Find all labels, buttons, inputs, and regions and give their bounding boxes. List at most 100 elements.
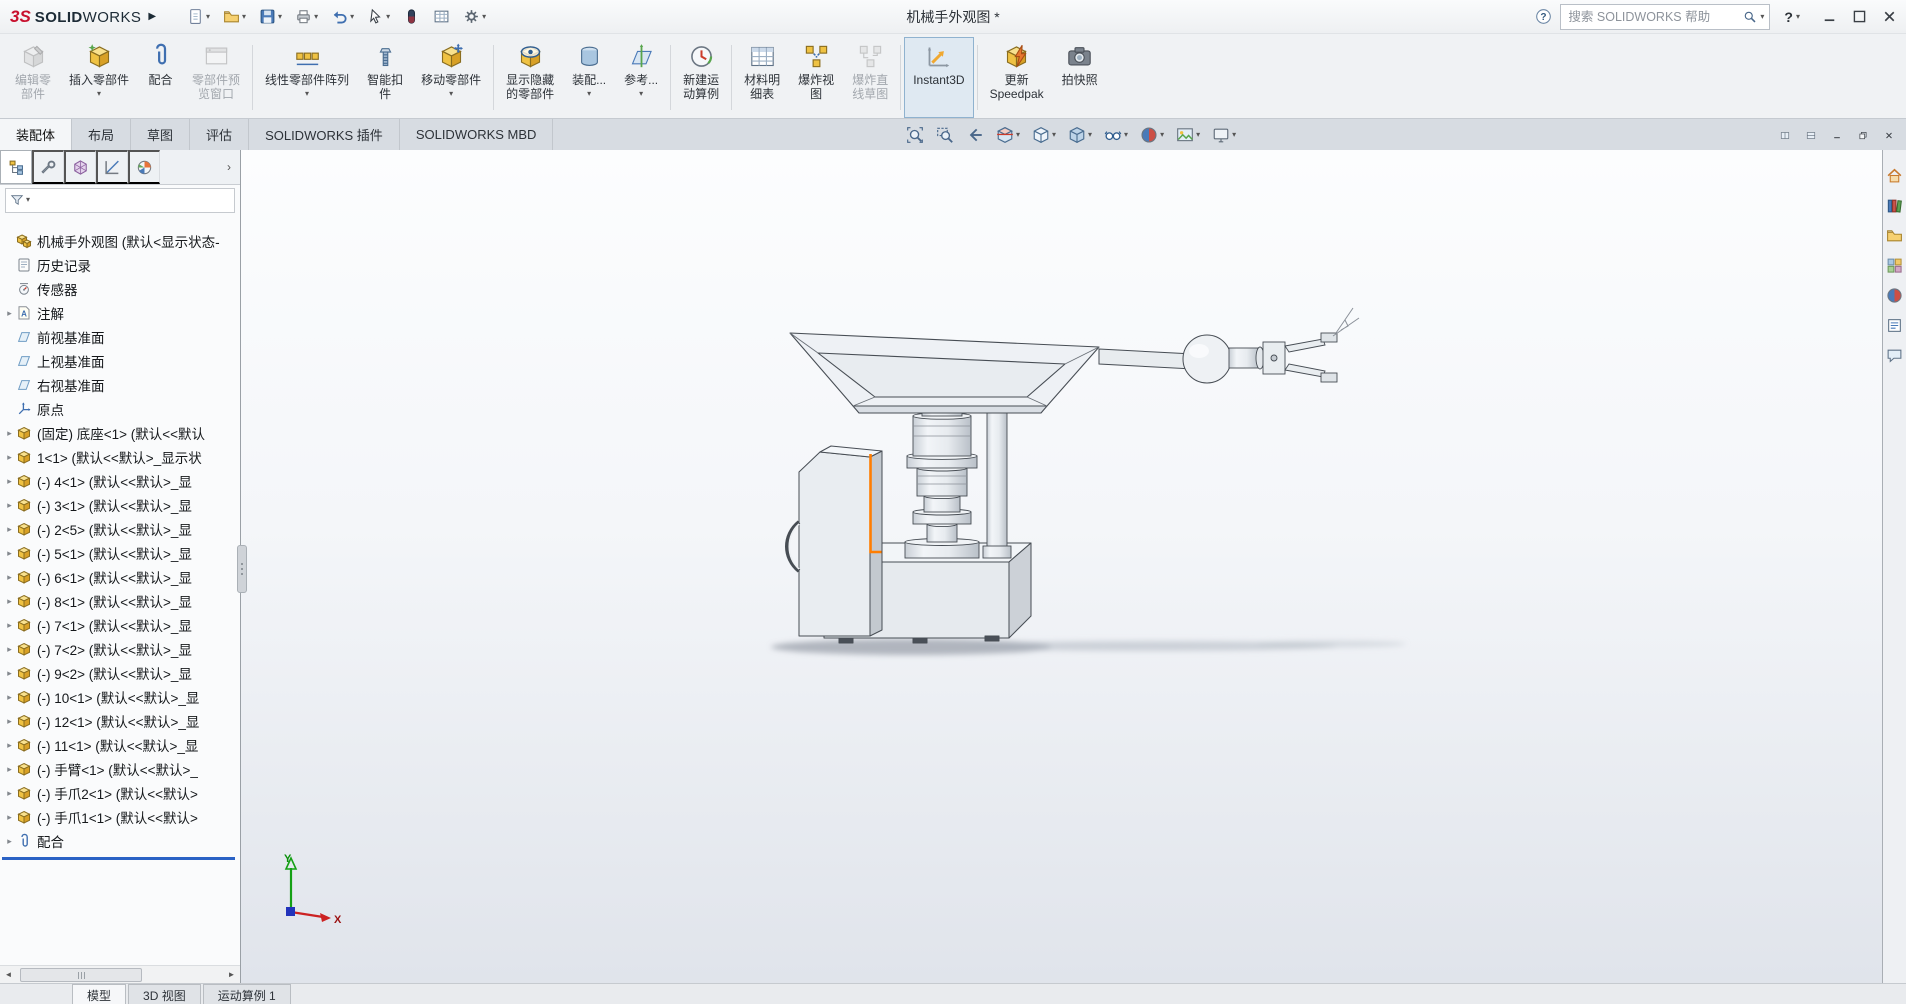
doc-close-button[interactable]: [1878, 124, 1900, 146]
minimize-button[interactable]: [1814, 4, 1844, 30]
undo-button[interactable]: ▾: [326, 4, 359, 29]
linear-pattern-button[interactable]: 线性零部件阵列▾: [256, 37, 358, 118]
component-preview-button[interactable]: 零部件预 览窗口: [183, 37, 249, 118]
expand-arrow-icon[interactable]: ▸: [3, 308, 16, 319]
expand-arrow-icon[interactable]: ▸: [3, 428, 16, 439]
scroll-left-button[interactable]: ◄: [0, 967, 17, 982]
tree-item[interactable]: ▸(-) 8<1> (默认<<默认>_显: [0, 589, 240, 613]
tree-item[interactable]: 右视基准面: [0, 373, 240, 397]
previous-view-button[interactable]: [965, 125, 985, 145]
exploded-view-button[interactable]: 爆炸视 图: [789, 37, 843, 118]
tree-item[interactable]: 传感器: [0, 277, 240, 301]
file-properties-button[interactable]: [428, 4, 455, 29]
custom-properties-tab[interactable]: [1886, 316, 1904, 334]
search-dropdown-icon[interactable]: ▾: [1760, 13, 1764, 21]
tree-item[interactable]: ▸(-) 5<1> (默认<<默认>_显: [0, 541, 240, 565]
tree-item[interactable]: ▸(-) 7<1> (默认<<默认>_显: [0, 613, 240, 637]
view-settings-button[interactable]: ▾: [1211, 125, 1237, 145]
update-speedpak-button[interactable]: 更新 Speedpak: [981, 37, 1053, 118]
propertymanager-tab[interactable]: [32, 150, 64, 184]
expand-arrow-icon[interactable]: ▸: [3, 716, 16, 727]
help-search-box[interactable]: ▾: [1560, 4, 1770, 30]
tree-item[interactable]: ▸1<1> (默认<<默认>_显示状: [0, 445, 240, 469]
tab-layout[interactable]: 布局: [72, 119, 131, 150]
tab-mbd[interactable]: SOLIDWORKS MBD: [400, 119, 554, 150]
instant3d-button[interactable]: Instant3D: [904, 37, 973, 118]
tree-item[interactable]: 前视基准面: [0, 325, 240, 349]
solidworks-resources-tab[interactable]: [1886, 166, 1904, 184]
panel-splitter-handle[interactable]: [237, 545, 247, 593]
save-button[interactable]: ▾: [254, 4, 287, 29]
edit-component-button[interactable]: 编辑零 部件: [6, 37, 60, 118]
expand-arrow-icon[interactable]: ▸: [3, 452, 16, 463]
apply-scene-button[interactable]: ▾: [1175, 125, 1201, 145]
tab-addins[interactable]: SOLIDWORKS 插件: [249, 119, 400, 150]
maximize-button[interactable]: [1844, 4, 1874, 30]
featuremanager-tab[interactable]: [0, 150, 32, 184]
close-button[interactable]: [1874, 4, 1904, 30]
reference-geometry-button[interactable]: 参考...▾: [615, 37, 667, 118]
tree-item[interactable]: ▸(-) 10<1> (默认<<默认>_显: [0, 685, 240, 709]
expand-arrow-icon[interactable]: ▸: [3, 572, 16, 583]
view-palette-tab[interactable]: [1886, 256, 1904, 274]
bom-button[interactable]: 材料明 细表: [735, 37, 789, 118]
expand-arrow-icon[interactable]: ▸: [3, 596, 16, 607]
split-window-button[interactable]: [1800, 124, 1822, 146]
model-tab[interactable]: 模型: [72, 984, 126, 1004]
edit-appearance-button[interactable]: ▾: [1139, 125, 1165, 145]
new-motion-study-button[interactable]: 新建运 动算例: [674, 37, 728, 118]
tree-item[interactable]: ▸(-) 12<1> (默认<<默认>_显: [0, 709, 240, 733]
tree-item[interactable]: ▸(-) 手爪2<1> (默认<<默认>: [0, 781, 240, 805]
filter-dropdown-icon[interactable]: ▾: [26, 196, 30, 204]
hide-show-items-button[interactable]: ▾: [1103, 125, 1129, 145]
expand-arrow-icon[interactable]: ▸: [3, 668, 16, 679]
tree-item[interactable]: ▸(-) 7<2> (默认<<默认>_显: [0, 637, 240, 661]
options-button[interactable]: ▾: [458, 4, 491, 29]
mate-button[interactable]: 配合: [138, 37, 183, 118]
graphics-area[interactable]: Y X: [241, 150, 1882, 983]
expand-arrow-icon[interactable]: ▸: [3, 620, 16, 631]
help-circle-icon[interactable]: ?: [1535, 8, 1552, 25]
tab-sketch[interactable]: 草图: [131, 119, 190, 150]
tree-item[interactable]: ▸(-) 手爪1<1> (默认<<默认>: [0, 805, 240, 829]
tile-windows-button[interactable]: [1774, 124, 1796, 146]
appearances-scenes-tab[interactable]: [1886, 286, 1904, 304]
expand-arrow-icon[interactable]: ▸: [3, 476, 16, 487]
insert-component-button[interactable]: 插入零部件▾: [60, 37, 138, 118]
expand-arrow-icon[interactable]: ▸: [3, 524, 16, 535]
tree-item[interactable]: 上视基准面: [0, 349, 240, 373]
tab-evaluate[interactable]: 评估: [190, 119, 249, 150]
panel-flyout-arrow[interactable]: ›: [218, 150, 240, 184]
expand-arrow-icon[interactable]: ▸: [3, 644, 16, 655]
view-orientation-button[interactable]: ▾: [1031, 125, 1057, 145]
expand-arrow-icon[interactable]: ▸: [3, 788, 16, 799]
expand-arrow-icon[interactable]: ▸: [3, 548, 16, 559]
tree-item[interactable]: ▸(-) 2<5> (默认<<默认>_显: [0, 517, 240, 541]
tree-item[interactable]: 机械手外观图 (默认<显示状态-: [0, 229, 240, 253]
motion-study1-tab[interactable]: 运动算例 1: [203, 984, 291, 1004]
configurationmanager-tab[interactable]: [64, 150, 96, 184]
smart-fasteners-button[interactable]: 智能扣 件: [358, 37, 412, 118]
tree-item[interactable]: 历史记录: [0, 253, 240, 277]
select-button[interactable]: ▾: [362, 4, 395, 29]
menu-flyout-arrow-icon[interactable]: ▶: [148, 11, 156, 22]
print-button[interactable]: ▾: [290, 4, 323, 29]
scroll-right-button[interactable]: ►: [223, 967, 240, 982]
design-library-tab[interactable]: [1886, 196, 1904, 214]
tree-item[interactable]: ▸配合: [0, 829, 240, 853]
tree-item[interactable]: ▸(固定) 底座<1> (默认<<默认: [0, 421, 240, 445]
assembly-features-button[interactable]: 装配...▾: [563, 37, 615, 118]
zoom-fit-button[interactable]: [905, 125, 925, 145]
expand-arrow-icon[interactable]: ▸: [3, 764, 16, 775]
tree-item[interactable]: ▸(-) 11<1> (默认<<默认>_显: [0, 733, 240, 757]
tab-assembly[interactable]: 装配体: [0, 119, 72, 150]
expand-arrow-icon[interactable]: ▸: [3, 500, 16, 511]
tree-item[interactable]: ▸(-) 3<1> (默认<<默认>_显: [0, 493, 240, 517]
explode-line-sketch-button[interactable]: 爆炸直 线草图: [843, 37, 897, 118]
section-view-button[interactable]: ▾: [995, 125, 1021, 145]
help-menu-button[interactable]: ? ▾: [1778, 8, 1806, 26]
help-search-input[interactable]: [1566, 9, 1740, 25]
forum-tab[interactable]: [1886, 346, 1904, 364]
expand-arrow-icon[interactable]: ▸: [3, 836, 16, 847]
displaymanager-tab[interactable]: [128, 150, 160, 184]
